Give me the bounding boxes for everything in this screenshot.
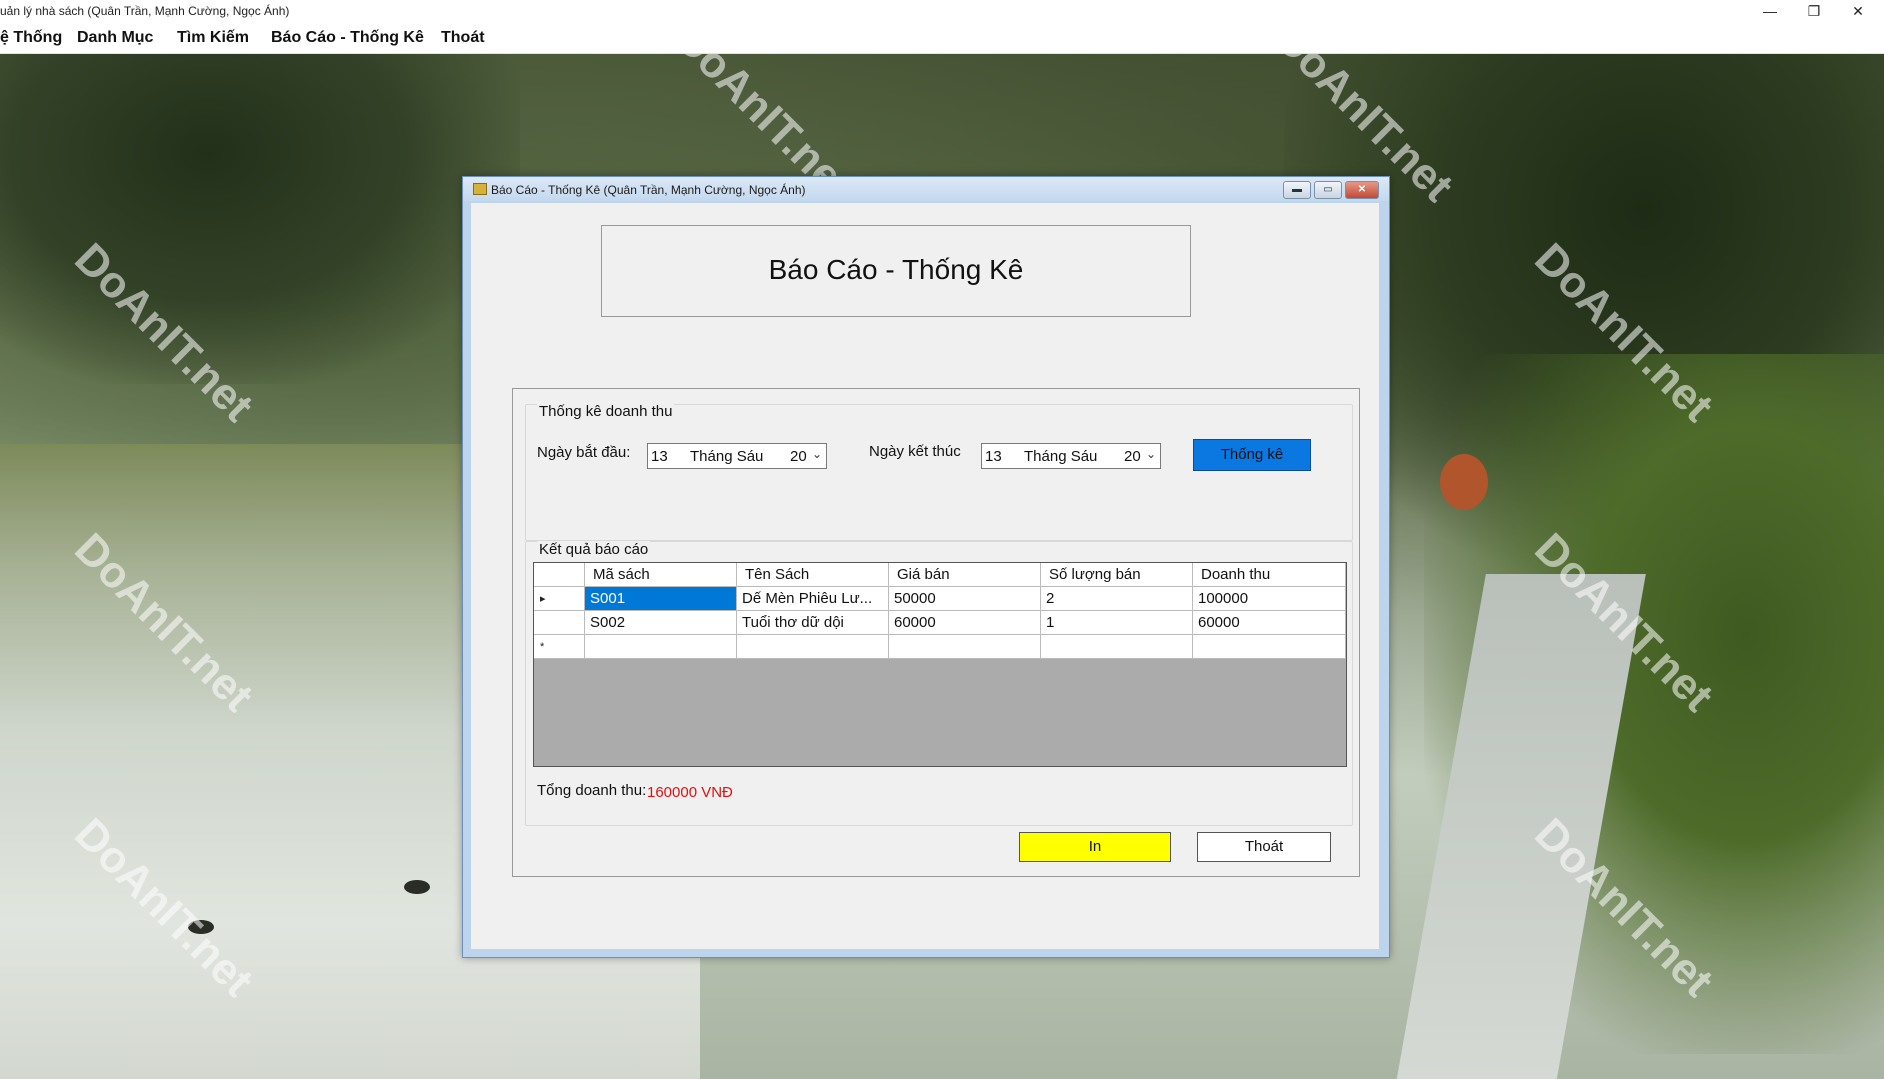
dialog-title: Báo Cáo - Thống Kê (Quân Trần, Mạnh Cườn… <box>491 183 806 197</box>
new-cell-so-luong-ban[interactable] <box>1041 635 1193 659</box>
end-day[interactable]: 13 <box>985 448 1002 465</box>
thong-ke-button[interactable]: Thống kê <box>1193 439 1311 471</box>
header-box: Báo Cáo - Thống Kê <box>601 225 1191 317</box>
new-row[interactable]: * <box>534 635 1346 659</box>
close-icon[interactable]: ✕ <box>1836 0 1880 24</box>
result-data-grid[interactable]: Mã sách Tên Sách Giá bán Số lượng bán Do… <box>533 562 1347 767</box>
col-header-gia-ban[interactable]: Giá bán <box>889 563 1041 587</box>
end-date-picker[interactable]: 13 Tháng Sáu 20 ⌄ <box>981 443 1161 469</box>
cell-ma-sach[interactable]: S001 <box>585 587 737 611</box>
exit-button[interactable]: Thoát <box>1197 832 1331 862</box>
cell-gia-ban[interactable]: 50000 <box>889 587 1041 611</box>
cell-ten-sach[interactable]: Tuổi thơ dữ dội <box>737 611 889 635</box>
minimize-icon[interactable]: — <box>1748 0 1792 24</box>
table-row[interactable]: ▸ S001 Dế Mèn Phiêu Lư... 50000 2 100000 <box>534 587 1346 611</box>
current-row-arrow-icon[interactable]: ▸ <box>534 587 585 611</box>
col-header-doanh-thu[interactable]: Doanh thu <box>1193 563 1346 587</box>
start-day[interactable]: 13 <box>651 448 668 465</box>
new-cell-ma-sach[interactable] <box>585 635 737 659</box>
cell-ten-sach[interactable]: Dế Mèn Phiêu Lư... <box>737 587 889 611</box>
dialog-minimize-button[interactable]: ▬ <box>1283 181 1311 199</box>
menu-he-thong[interactable]: ệ Thống <box>0 29 62 47</box>
cell-doanh-thu[interactable]: 60000 <box>1193 611 1346 635</box>
start-month[interactable]: Tháng Sáu <box>690 448 763 465</box>
start-date-label: Ngày bắt đầu: <box>537 444 631 461</box>
col-header-ten-sach[interactable]: Tên Sách <box>737 563 889 587</box>
menubar: ệ Thống Danh Mục Tìm Kiếm Báo Cáo - Thốn… <box>0 24 1884 54</box>
new-cell-gia-ban[interactable] <box>889 635 1041 659</box>
dialog-app-icon <box>473 183 487 195</box>
chevron-down-icon[interactable]: ⌄ <box>1146 447 1156 461</box>
print-button[interactable]: In <box>1019 832 1171 862</box>
tree-foliage-left <box>0 54 520 384</box>
end-month[interactable]: Tháng Sáu <box>1024 448 1097 465</box>
chevron-down-icon[interactable]: ⌄ <box>812 447 822 461</box>
cell-so-luong-ban[interactable]: 1 <box>1041 611 1193 635</box>
row-header-corner <box>534 563 585 587</box>
report-dialog: Báo Cáo - Thống Kê (Quân Trần, Mạnh Cườn… <box>462 176 1390 958</box>
dialog-close-button[interactable]: ✕ <box>1345 181 1379 199</box>
new-row-marker[interactable]: * <box>534 635 585 659</box>
menu-tim-kiem[interactable]: Tìm Kiếm <box>177 29 249 47</box>
main-window-title: uản lý nhà sách (Quân Trần, Mạnh Cường, … <box>0 4 290 18</box>
result-group-label: Kết quả báo cáo <box>537 541 651 558</box>
cell-so-luong-ban[interactable]: 2 <box>1041 587 1193 611</box>
total-revenue-value: 160000 VNĐ <box>647 784 733 801</box>
col-header-ma-sach[interactable]: Mã sách <box>585 563 737 587</box>
menu-bao-cao-thong-ke[interactable]: Báo Cáo - Thống Kê <box>271 29 424 47</box>
restore-icon[interactable]: ❐ <box>1792 0 1836 24</box>
hanging-lantern <box>1440 454 1488 510</box>
new-cell-ten-sach[interactable] <box>737 635 889 659</box>
row-header[interactable] <box>534 611 585 635</box>
revenue-group-label: Thống kê doanh thu <box>537 403 675 420</box>
dialog-restore-button[interactable]: ▭ <box>1314 181 1342 199</box>
cell-gia-ban[interactable]: 60000 <box>889 611 1041 635</box>
header-title: Báo Cáo - Thống Kê <box>768 254 1024 285</box>
dialog-titlebar: Báo Cáo - Thống Kê (Quân Trần, Mạnh Cườn… <box>463 177 1389 201</box>
end-date-label: Ngày kết thúc <box>869 443 961 460</box>
menu-thoat[interactable]: Thoát <box>441 29 485 47</box>
total-revenue-label: Tổng doanh thu: <box>537 782 647 799</box>
cell-ma-sach[interactable]: S002 <box>585 611 737 635</box>
duck <box>404 880 430 894</box>
report-panel: Thống kê doanh thu Ngày bắt đầu: 13 Thán… <box>512 388 1360 877</box>
dialog-client-area: Báo Cáo - Thống Kê Thống kê doanh thu Ng… <box>471 203 1379 949</box>
new-cell-doanh-thu[interactable] <box>1193 635 1346 659</box>
end-year[interactable]: 20 <box>1124 448 1141 465</box>
main-titlebar: uản lý nhà sách (Quân Trần, Mạnh Cường, … <box>0 0 1884 24</box>
start-date-picker[interactable]: 13 Tháng Sáu 20 ⌄ <box>647 443 827 469</box>
table-row[interactable]: S002 Tuổi thơ dữ dội 60000 1 60000 <box>534 611 1346 635</box>
cell-doanh-thu[interactable]: 100000 <box>1193 587 1346 611</box>
revenue-group <box>525 404 1353 541</box>
grid-header-row: Mã sách Tên Sách Giá bán Số lượng bán Do… <box>534 563 1346 587</box>
col-header-so-luong-ban[interactable]: Số lượng bán <box>1041 563 1193 587</box>
menu-danh-muc[interactable]: Danh Mục <box>77 29 153 47</box>
start-year[interactable]: 20 <box>790 448 807 465</box>
